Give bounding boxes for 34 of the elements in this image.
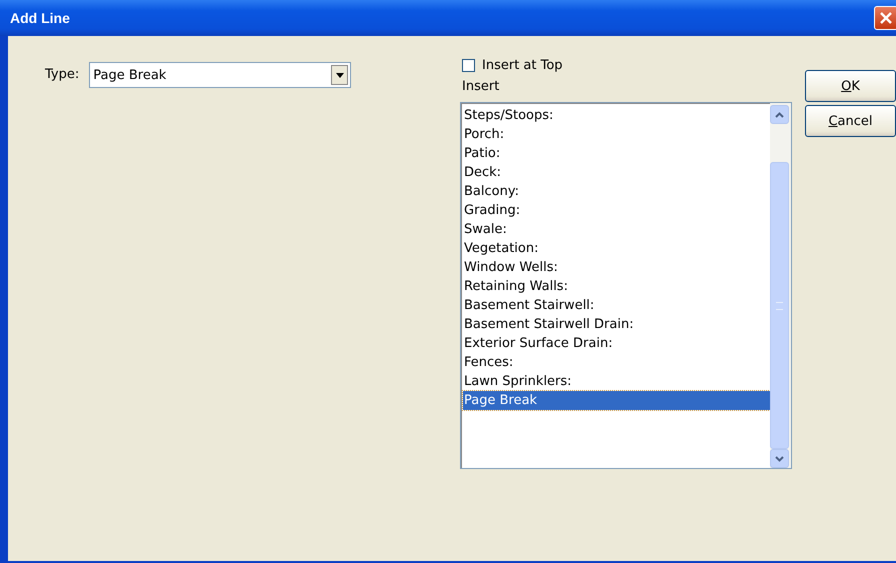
list-item[interactable]: Swale: <box>463 220 770 239</box>
window-title: Add Line <box>10 10 70 26</box>
scroll-up-button[interactable] <box>770 105 789 124</box>
checkbox[interactable] <box>462 59 475 72</box>
chevron-up-icon <box>775 112 784 118</box>
list-item[interactable]: Deck: <box>463 163 770 182</box>
checkbox-label: Insert at Top <box>482 58 563 73</box>
list-item[interactable]: Fences: <box>463 353 770 372</box>
type-dropdown[interactable]: Page Break <box>89 62 352 88</box>
list-item[interactable]: Porch: <box>463 125 770 144</box>
list-label: Insert <box>462 79 500 94</box>
dialog-button[interactable]: Cancel <box>805 105 896 137</box>
close-button[interactable] <box>874 6 896 30</box>
list-item[interactable]: Retaining Walls: <box>463 277 770 296</box>
dialog-button[interactable]: OK <box>805 70 896 102</box>
list-item[interactable]: Page Break <box>463 391 770 410</box>
list-item[interactable]: Steps/Stoops: <box>463 106 770 125</box>
chevron-down-icon <box>775 456 784 462</box>
list-item[interactable]: Vegetation: <box>463 239 770 258</box>
close-icon <box>879 11 893 25</box>
list-item[interactable]: Basement Stairwell: <box>463 296 770 315</box>
list-item[interactable]: Balcony: <box>463 182 770 201</box>
list-item[interactable]: Window Wells: <box>463 258 770 277</box>
scrollbar[interactable] <box>770 103 791 468</box>
list-item[interactable]: Basement Stairwell Drain: <box>463 315 770 334</box>
scroll-thumb[interactable] <box>770 162 789 449</box>
list-item[interactable]: Exterior Surface Drain: <box>463 334 770 353</box>
list-item[interactable]: Lawn Sprinklers: <box>463 372 770 391</box>
scroll-down-button[interactable] <box>770 449 789 468</box>
type-label: Type: <box>45 67 80 82</box>
list-item[interactable]: Grading: <box>463 201 770 220</box>
caret-icon <box>336 72 344 78</box>
list-item[interactable]: Patio: <box>463 144 770 163</box>
dropdown-arrow-button[interactable] <box>331 65 348 85</box>
